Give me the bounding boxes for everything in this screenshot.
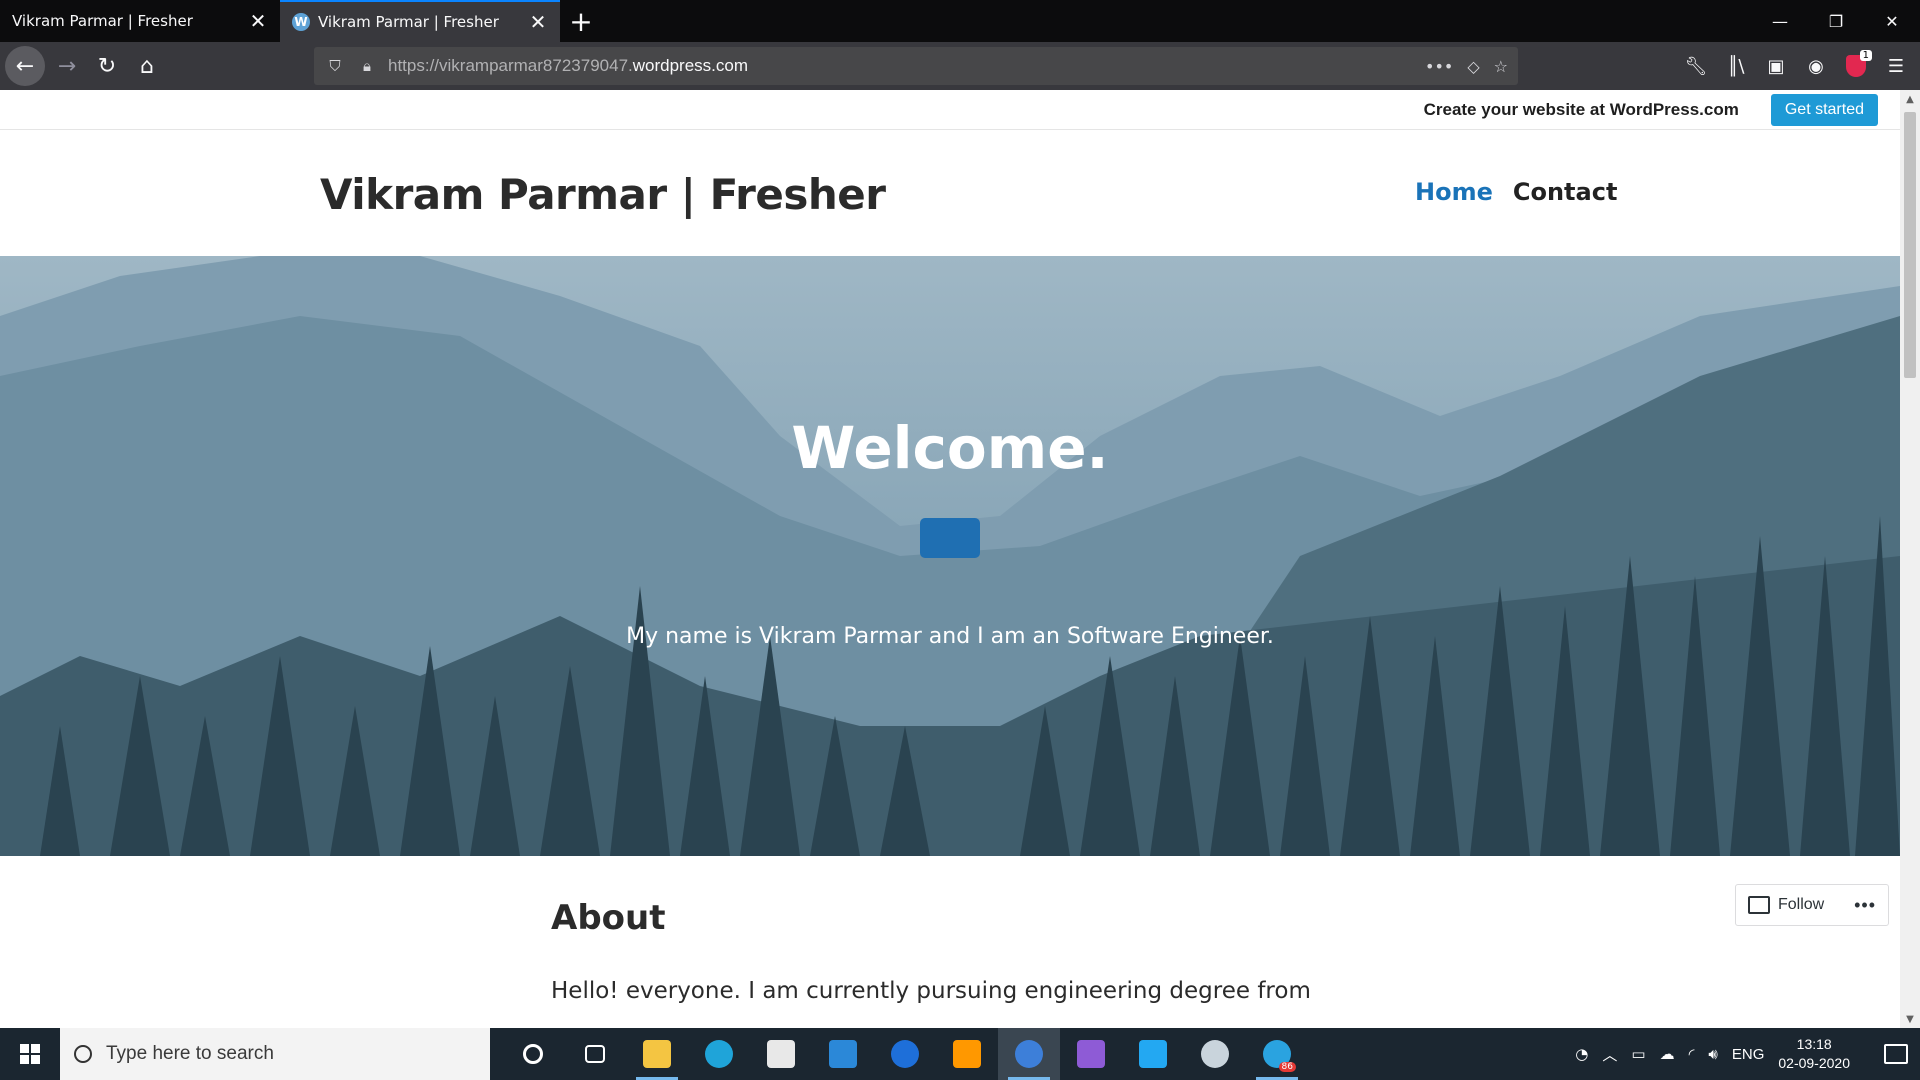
hero-title: Welcome.	[791, 414, 1109, 482]
volume-icon[interactable]: 🔊︎	[1708, 1045, 1717, 1063]
telegram-icon[interactable]: 86	[1246, 1028, 1308, 1080]
lock-icon[interactable]: 🔒︎	[356, 55, 378, 77]
sync-icon[interactable]: ◔	[1575, 1045, 1588, 1063]
menu-icon[interactable]: ☰	[1878, 48, 1914, 84]
search-icon	[74, 1045, 92, 1063]
window-controls: — ❐ ✕	[1752, 0, 1920, 42]
scroll-up-icon[interactable]: ▲	[1900, 90, 1920, 108]
chevron-up-icon[interactable]: ︿	[1602, 1044, 1617, 1065]
url-actions: ••• ◇ ☆	[1425, 57, 1508, 76]
paint-icon[interactable]	[1184, 1028, 1246, 1080]
reload-button[interactable]: ↻	[87, 46, 127, 86]
tab-2[interactable]: W Vikram Parmar | Fresher ✕	[280, 0, 560, 42]
windows-icon	[20, 1044, 40, 1064]
notification-icon[interactable]	[1884, 1044, 1908, 1064]
hero-section: Welcome. My name is Vikram Parmar and I …	[0, 256, 1900, 856]
pocket-icon[interactable]: ◇	[1467, 57, 1479, 76]
library-icon[interactable]: ║\	[1718, 48, 1754, 84]
site-header: Vikram Parmar | Fresher Home Contact	[0, 130, 1900, 256]
close-icon[interactable]: ✕	[248, 9, 268, 33]
battery-icon[interactable]: ▭	[1631, 1045, 1645, 1063]
task-view-icon[interactable]	[564, 1028, 626, 1080]
about-text: Hello! everyone. I am currently pursuing…	[551, 978, 1311, 1004]
clock-date: 02-09-2020	[1778, 1055, 1850, 1071]
account-app-icon[interactable]	[874, 1028, 936, 1080]
reader-follow-icon	[1748, 896, 1770, 914]
navigation-toolbar: ← → ↻ ⌂ ⛉ 🔒︎ https://vikramparmar8723790…	[0, 42, 1920, 90]
hero-button[interactable]	[920, 518, 980, 558]
visual-studio-icon[interactable]	[1060, 1028, 1122, 1080]
tab-title: Vikram Parmar | Fresher	[318, 13, 499, 31]
bookmark-star-icon[interactable]: ☆	[1494, 57, 1508, 76]
clock-time: 13:18	[1796, 1036, 1832, 1052]
wifi-icon[interactable]: ◜	[1689, 1045, 1695, 1063]
about-section: About Hello! everyone. I am currently pu…	[0, 856, 1900, 1028]
forward-button[interactable]: →	[47, 46, 87, 86]
search-placeholder: Type here to search	[106, 1043, 274, 1064]
vscode-icon[interactable]	[1122, 1028, 1184, 1080]
nav-contact-link[interactable]: Contact	[1513, 178, 1618, 206]
telegram-badge: 86	[1278, 1062, 1296, 1072]
close-icon[interactable]: ✕	[528, 10, 548, 34]
more-options-icon[interactable]: •••	[1854, 895, 1876, 916]
page-actions-icon[interactable]: •••	[1425, 57, 1453, 76]
tab-1[interactable]: Vikram Parmar | Fresher ✕	[0, 0, 280, 42]
scroll-down-icon[interactable]: ▼	[1900, 1010, 1920, 1028]
restore-icon[interactable]: ❐	[1808, 0, 1864, 42]
follow-button[interactable]: Follow •••	[1735, 884, 1889, 926]
about-heading: About	[551, 898, 666, 938]
url-bar[interactable]: ⛉ 🔒︎ https://vikramparmar872379047.wordp…	[314, 47, 1518, 85]
system-tray: ◔ ︿ ▭ ☁ ◜ 🔊︎ ENG 13:18 02-09-2020	[1575, 1035, 1920, 1073]
url-prefix: https://vikramparmar872379047.	[388, 56, 633, 75]
store-icon[interactable]	[750, 1028, 812, 1080]
url-domain: wordpress.com	[632, 56, 749, 75]
onedrive-icon[interactable]: ☁	[1660, 1045, 1675, 1063]
sublime-text-icon[interactable]	[936, 1028, 998, 1080]
window-close-icon[interactable]: ✕	[1864, 0, 1920, 42]
hero-subtitle: My name is Vikram Parmar and I am an Sof…	[626, 624, 1274, 649]
wordpress-banner: Create your website at WordPress.com Get…	[0, 90, 1900, 130]
clock[interactable]: 13:18 02-09-2020	[1778, 1035, 1850, 1073]
scroll-thumb[interactable]	[1904, 112, 1916, 378]
extension-shield-icon[interactable]: 1	[1838, 48, 1874, 84]
tracking-shield-icon[interactable]: ⛉	[324, 55, 346, 77]
page-scrollbar[interactable]: ▲ ▼	[1900, 90, 1920, 1028]
taskbar: Type here to search 86 ◔ ︿ ▭ ☁ ◜ 🔊︎ ENG …	[0, 1028, 1920, 1080]
taskbar-search-box[interactable]: Type here to search	[60, 1028, 490, 1080]
get-started-button[interactable]: Get started	[1770, 93, 1878, 126]
new-tab-button[interactable]: +	[560, 0, 602, 42]
home-button[interactable]: ⌂	[127, 46, 167, 86]
cortana-icon[interactable]	[502, 1028, 564, 1080]
site-title[interactable]: Vikram Parmar | Fresher	[320, 170, 886, 219]
page-viewport: Create your website at WordPress.com Get…	[0, 90, 1900, 1028]
toolbar-right: 🔧︎ ║\ ▣ ◉ 1 ☰	[1678, 42, 1920, 90]
follow-label: Follow	[1778, 896, 1825, 913]
back-button[interactable]: ←	[5, 46, 45, 86]
account-icon[interactable]: ◉	[1798, 48, 1834, 84]
minimize-icon[interactable]: —	[1752, 0, 1808, 42]
wrench-icon[interactable]: 🔧︎	[1678, 48, 1714, 84]
mail-icon[interactable]	[812, 1028, 874, 1080]
site-nav: Home Contact	[1415, 178, 1617, 206]
tab-strip: Vikram Parmar | Fresher ✕ W Vikram Parma…	[0, 0, 1920, 42]
taskbar-apps: 86	[502, 1028, 1308, 1080]
sidebar-icon[interactable]: ▣	[1758, 48, 1794, 84]
url-text[interactable]: https://vikramparmar872379047.wordpress.…	[388, 56, 1425, 76]
file-explorer-icon[interactable]	[626, 1028, 688, 1080]
firefox-icon[interactable]	[998, 1028, 1060, 1080]
tab-title: Vikram Parmar | Fresher	[12, 12, 193, 30]
language-indicator[interactable]: ENG	[1732, 1046, 1765, 1063]
extension-badge: 1	[1859, 50, 1872, 61]
edge-icon[interactable]	[688, 1028, 750, 1080]
start-button[interactable]	[0, 1028, 60, 1080]
wordpress-icon: W	[292, 13, 310, 31]
nav-home-link[interactable]: Home	[1415, 178, 1493, 206]
wordpress-banner-text[interactable]: Create your website at WordPress.com	[1424, 100, 1739, 120]
